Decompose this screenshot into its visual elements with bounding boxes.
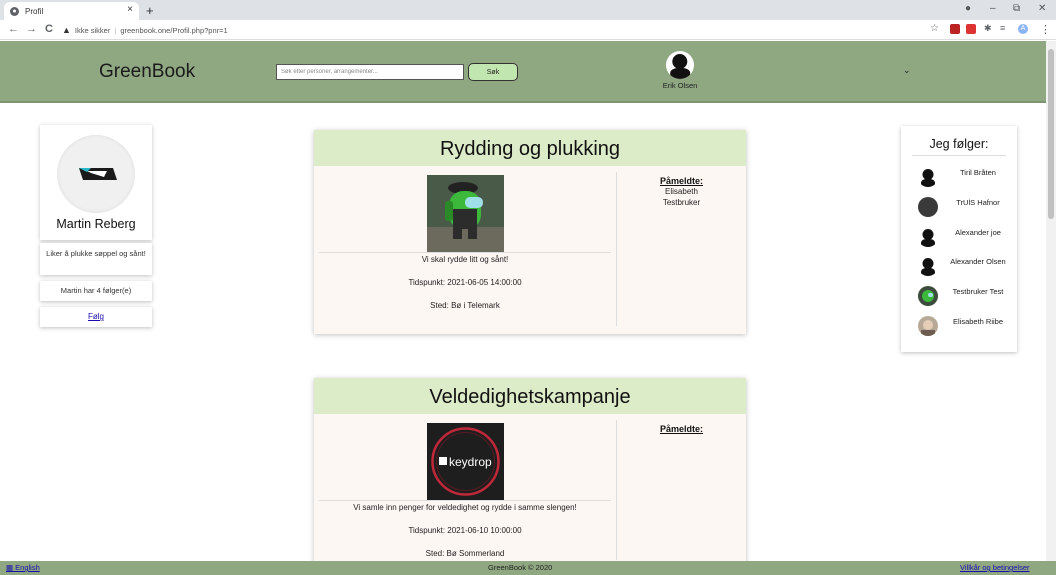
avatar-photo — [918, 316, 938, 336]
avatar-photo — [918, 286, 938, 306]
silhouette-icon — [918, 227, 938, 247]
site-footer: ▦ English GreenBook © 2020 Villkår og be… — [0, 561, 1056, 575]
following-name: Testbruker Test — [952, 287, 1004, 296]
silhouette-icon — [918, 167, 938, 187]
avatar-photo — [918, 197, 938, 217]
following-heading: Jeg følger: — [929, 137, 989, 151]
url-divider: | — [114, 25, 117, 35]
forward-button[interactable]: → — [26, 23, 37, 35]
chevron-down-icon[interactable]: ⌄ — [903, 65, 911, 76]
language-link[interactable]: ▦ English — [6, 563, 40, 572]
participants-panel: Påmeldte: Elisabeth Testbruker — [616, 172, 746, 326]
event-title: Veldedighetskampanje — [314, 378, 746, 414]
following-item[interactable]: Alexander Olsen — [918, 254, 1014, 276]
profile-name: Martin Reberg — [56, 217, 136, 231]
following-name: Alexander Olsen — [950, 257, 1006, 266]
profile-logo-icon — [79, 168, 117, 180]
url-warning-text: Ikke sikker — [74, 25, 111, 35]
warning-icon: ▲ — [62, 25, 71, 35]
follow-card: Følg — [40, 307, 152, 327]
browser-menu-icon[interactable]: ⋮ — [1040, 23, 1051, 36]
participants-panel: Påmeldte: — [616, 420, 746, 560]
extensions-puzzle-icon[interactable]: ✱ — [984, 23, 992, 34]
new-tab-button[interactable]: + — [146, 3, 154, 18]
event-image: keydrop — [426, 423, 504, 500]
participants-heading: Påmeldte: — [659, 176, 703, 186]
close-window-button[interactable]: ✕ — [1038, 3, 1046, 14]
bookmark-star-icon[interactable]: ☆ — [930, 23, 939, 34]
site-header: GreenBook Søk Erik Olsen ⌄ — [0, 41, 1046, 103]
silhouette-icon — [918, 256, 938, 276]
copyright-text: GreenBook © 2020 — [488, 563, 553, 572]
restore-button[interactable]: ⧉ — [1013, 3, 1020, 14]
browser-profile-icon[interactable]: ● — [965, 3, 971, 14]
event-description: Vi samle inn penger for veldedighet og r… — [319, 500, 611, 512]
following-item[interactable]: TrUlS Hafnor — [918, 195, 1014, 217]
account-avatar[interactable]: A — [1018, 24, 1028, 34]
participant-item: Testbruker — [662, 198, 701, 207]
url-field[interactable]: ▲ Ikke sikker | greenbook.one/Profil.php… — [62, 22, 922, 38]
follow-link[interactable]: Følg — [88, 312, 104, 321]
terms-link[interactable]: Villkår og betingelser — [960, 563, 1030, 572]
participants-heading: Påmeldte: — [659, 424, 703, 434]
following-item[interactable]: Elisabeth Riibe — [918, 314, 1014, 336]
following-panel: Jeg følger: Tiril Bråten TrUlS Hafnor Al… — [901, 126, 1017, 352]
event-image — [426, 175, 504, 252]
tab-close-icon[interactable]: × — [127, 4, 133, 15]
profile-avatar — [57, 135, 135, 213]
reload-button[interactable]: C — [45, 23, 53, 35]
following-item[interactable]: Tiril Bråten — [918, 165, 1014, 187]
browser-tab-bar: ● Profil × + ● – ⧉ ✕ — [0, 0, 1056, 20]
keydrop-logo-text: keydrop — [449, 455, 492, 469]
event-description: Vi skal rydde litt og sånt! — [319, 252, 611, 264]
user-avatar-icon — [666, 51, 694, 79]
following-item[interactable]: Testbruker Test — [918, 284, 1014, 306]
profile-card: Martin Reberg — [40, 125, 152, 240]
following-name: Alexander joe — [955, 228, 1001, 237]
current-user[interactable]: Erik Olsen — [640, 51, 720, 90]
back-button[interactable]: ← — [8, 23, 19, 35]
following-name: Elisabeth Riibe — [952, 317, 1004, 326]
globe-icon: ● — [10, 6, 19, 16]
participant-item: Elisabeth — [665, 187, 698, 196]
url-text: greenbook.one/Profil.php?pnr=1 — [120, 25, 228, 35]
brand-logo[interactable]: GreenBook — [99, 61, 195, 83]
profile-bio: Liker å plukke søppel og sånt! — [40, 243, 152, 275]
pocket-icon[interactable] — [966, 24, 976, 34]
tab-title: Profil — [25, 6, 44, 16]
follower-count: Martin har 4 følger(e) — [40, 281, 152, 301]
event-place: Sted: Bø Sommerland — [425, 549, 505, 558]
event-card: Rydding og plukking Vi skal rydde litt o… — [314, 130, 746, 334]
event-place: Sted: Bø i Telemark — [430, 301, 500, 310]
page-scrollbar[interactable] — [1046, 41, 1056, 561]
search-button[interactable]: Søk — [468, 63, 518, 81]
reading-list-icon[interactable]: ≡ — [1000, 23, 1005, 33]
event-time: Tidspunkt: 2021-06-05 14:00:00 — [408, 278, 522, 287]
minimize-button[interactable]: – — [990, 3, 996, 14]
uk-flag-icon: ▦ — [6, 563, 16, 572]
user-name: Erik Olsen — [662, 81, 698, 90]
following-item[interactable]: Alexander joe — [918, 225, 1014, 247]
following-name: Tiril Bråten — [960, 168, 996, 177]
following-name: TrUlS Hafnor — [956, 198, 1000, 207]
event-time: Tidspunkt: 2021-06-10 10:00:00 — [408, 526, 522, 535]
address-bar: ← → C ▲ Ikke sikker | greenbook.one/Prof… — [0, 20, 1056, 40]
browser-tab[interactable]: ● Profil × — [4, 2, 139, 20]
following-divider — [912, 155, 1006, 156]
search-input[interactable] — [276, 64, 464, 80]
event-title: Rydding og plukking — [314, 130, 746, 166]
extension-icon[interactable] — [950, 24, 960, 34]
event-card: Veldedighetskampanje keydrop Vi samle in… — [314, 378, 746, 568]
